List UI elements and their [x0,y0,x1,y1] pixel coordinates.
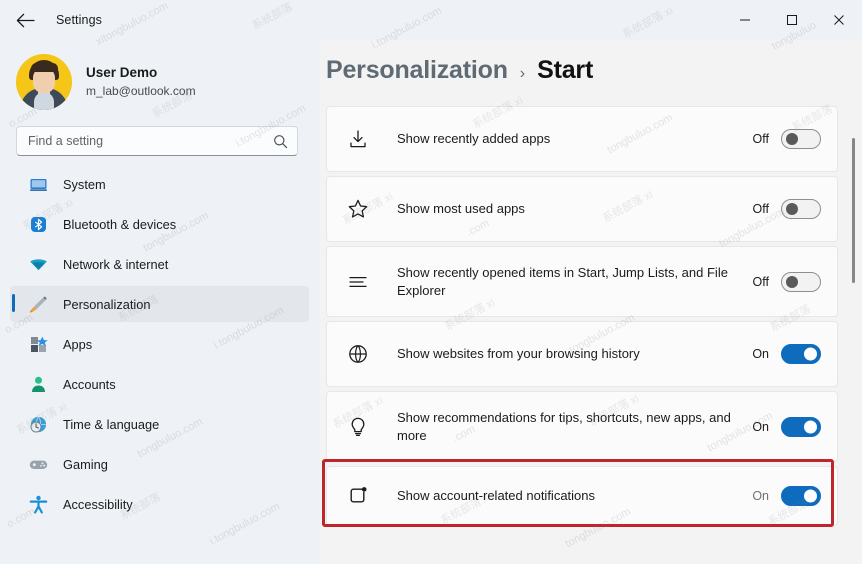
sidebar-item-label: Personalization [63,296,151,312]
accessibility-icon [28,494,48,514]
sidebar-item-personalization[interactable]: Personalization [10,286,309,322]
search-input[interactable] [28,134,273,148]
download-icon [345,126,371,152]
sidebar-item-accounts[interactable]: Accounts [10,366,309,402]
account-email: m_lab@outlook.com [86,84,196,98]
toggle-switch[interactable] [781,271,821,292]
minimize-button[interactable] [721,0,768,40]
sidebar-item-label: Gaming [63,456,108,472]
gamepad-icon [28,454,48,474]
sidebar-item-label: Accessibility [63,496,133,512]
toggle-state-label: On [752,489,769,503]
minimize-icon [739,14,751,26]
toggle-switch[interactable] [781,486,821,506]
chevron-right-icon: › [519,65,526,82]
sidebar-item-apps[interactable]: Apps [10,326,309,362]
star-icon [345,196,371,222]
sidebar-item-system[interactable]: System [10,166,309,202]
toggle-state-label: On [752,419,769,434]
setting-row-websites-browsing-history[interactable]: Show websites from your browsing history… [326,321,838,387]
toggle-switch[interactable] [781,344,821,364]
lightbulb-icon [345,414,371,440]
setting-label: Show recommendations for tips, shortcuts… [397,409,731,443]
toggle-group: On [751,344,821,364]
sidebar-item-time-language[interactable]: Time & language [10,406,309,442]
apps-icon [28,334,48,354]
toggle-state-label: Off [752,274,769,289]
main-content: Personalization › Start Show recently ad… [320,40,862,564]
page-title: Start [537,56,594,84]
search-icon[interactable] [273,134,289,149]
globe-icon [345,341,371,367]
notification-badge-icon [345,483,371,509]
account-card[interactable]: User Demo m_lab@outlook.com [0,42,320,122]
sidebar-item-bluetooth-devices[interactable]: Bluetooth & devices [10,206,309,242]
setting-row-account-related-notifications[interactable]: Show account-related notifications On [326,466,838,526]
setting-label: Show account-related notifications [397,488,596,503]
setting-row-recommendations[interactable]: Show recommendations for tips, shortcuts… [326,391,838,462]
main-scrollbar[interactable] [849,112,857,556]
window-body: User Demo m_lab@outlook.com Find a setti… [0,40,862,564]
maximize-button[interactable] [768,0,815,40]
sidebar-nav: System Bluetooth & devices Network & int… [0,166,320,564]
sidebar-item-label: Time & language [63,416,160,432]
sidebar-item-accessibility[interactable]: Accessibility [10,486,309,522]
sidebar-item-label: Bluetooth & devices [63,216,177,232]
setting-label: Show recently opened items in Start, Jum… [397,264,728,298]
paintbrush-icon [28,294,48,314]
toggle-state-label: Off [752,132,769,146]
toggle-group: Off [751,271,821,292]
scrollbar-thumb[interactable] [852,138,855,283]
sidebar-item-label: Apps [63,336,93,352]
setting-row-recently-added-apps[interactable]: Show recently added apps Off [326,106,838,172]
breadcrumb-parent[interactable]: Personalization [326,56,508,85]
sidebar-item-label: Network & internet [63,256,169,272]
toggle-group: On [751,416,821,437]
settings-list: Show recently added apps Off Show most u… [320,106,862,526]
toggle-switch[interactable] [781,129,821,149]
setting-label: Show most used apps [397,201,525,216]
account-name: User Demo [86,65,158,80]
toggle-group: Off [751,129,821,149]
back-button[interactable] [8,5,42,35]
setting-label: Show websites from your browsing history [397,346,640,361]
clock-globe-icon [28,414,48,434]
sidebar-item-label: System [63,176,106,192]
breadcrumb: Personalization › Start [320,40,862,106]
settings-window: Settings User Demo m_lab@outlook.com Fin… [0,0,862,564]
window-controls [721,0,862,40]
avatar [16,54,72,110]
toggle-switch[interactable] [781,199,821,219]
toggle-switch[interactable] [781,416,821,437]
arrow-left-icon [16,13,35,28]
setting-label: Show recently added apps [397,131,551,146]
bluetooth-icon [28,214,48,234]
person-icon [28,374,48,394]
list-lines-icon [345,269,371,295]
sidebar: User Demo m_lab@outlook.com Find a setti… [0,40,320,564]
toggle-group: Off [751,199,821,219]
setting-row-most-used-apps[interactable]: Show most used apps Off [326,176,838,242]
close-icon [833,14,845,26]
search-container [0,122,320,166]
wifi-icon [28,254,48,274]
search-box[interactable] [16,126,298,156]
account-text: User Demo m_lab@outlook.com [86,64,196,100]
sidebar-item-network-internet[interactable]: Network & internet [10,246,309,282]
sidebar-item-label: Accounts [63,376,116,392]
toggle-state-label: Off [752,202,769,216]
title-bar: Settings [0,0,862,40]
toggle-state-label: On [752,347,769,361]
monitor-icon [28,174,48,194]
close-button[interactable] [815,0,862,40]
toggle-group: On [751,486,821,506]
setting-row-recently-opened-items[interactable]: Show recently opened items in Start, Jum… [326,246,838,317]
sidebar-item-gaming[interactable]: Gaming [10,446,309,482]
maximize-icon [786,14,798,26]
window-title: Settings [56,13,102,27]
